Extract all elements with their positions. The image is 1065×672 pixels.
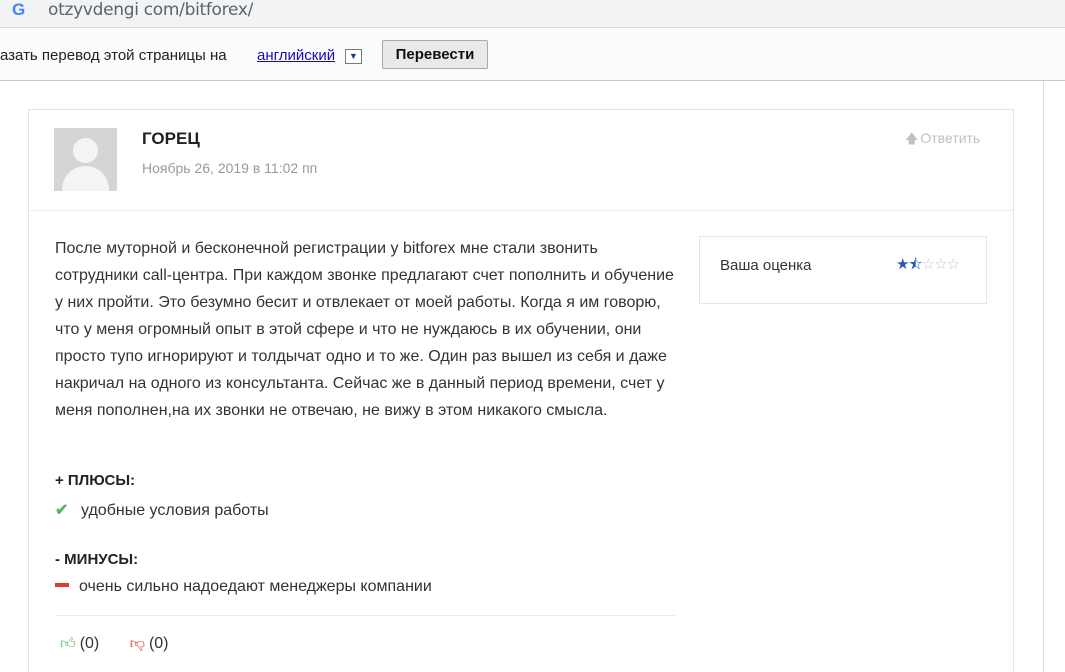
reply-button[interactable]: 🡅 Ответить: [905, 130, 980, 152]
chevron-down-icon[interactable]: ▼: [345, 49, 362, 64]
page-edge: [1043, 81, 1044, 672]
translate-bar: азать перевод этой страницы на английски…: [0, 29, 1065, 81]
like-count: (0): [79, 635, 100, 652]
avatar-body: [62, 166, 109, 191]
language-link[interactable]: английский: [257, 47, 335, 64]
thumbs-down-icon: 👎︎: [129, 635, 145, 652]
star-empty-icon[interactable]: ☆: [934, 256, 947, 273]
vote-bar: 👍︎ (0) 👎︎ (0): [60, 635, 195, 653]
author-name: ГОРЕЦ: [142, 129, 200, 148]
divider: [55, 615, 675, 616]
arrow-up-icon: 🡅: [905, 131, 919, 146]
like-button[interactable]: 👍︎ (0): [60, 635, 99, 653]
address-bar[interactable]: G otzyvdengi com/bitforex/: [0, 0, 1065, 28]
cons-title: - МИНУСЫ:: [55, 551, 139, 568]
review-text: После муторной и бесконечной регистрации…: [55, 240, 674, 419]
review-header: ГОРЕЦ Ноябрь 26, 2019 в 11:02 пп 🡅 Ответи…: [29, 110, 1013, 211]
translate-prompt: азать перевод этой страницы на: [0, 47, 227, 64]
translate-button[interactable]: Перевести: [382, 40, 488, 69]
url-text[interactable]: otzyvdengi com/bitforex/: [48, 1, 253, 19]
star-empty-icon[interactable]: ☆: [947, 256, 960, 273]
con-item: очень сильно надоедают менеджеры компани…: [55, 578, 432, 596]
minus-icon: [55, 583, 69, 588]
reply-label: Ответить: [920, 130, 981, 146]
review-card: ГОРЕЦ Ноябрь 26, 2019 в 11:02 пп 🡅 Ответи…: [28, 109, 1014, 672]
star-half-icon[interactable]: ⯪: [908, 256, 922, 273]
dislike-count: (0): [148, 635, 169, 652]
rating-box: Ваша оценка ★⯪☆☆☆: [699, 236, 987, 304]
rating-label: Ваша оценка: [720, 257, 812, 274]
avatar: [54, 128, 117, 191]
star-empty-icon[interactable]: ☆: [922, 256, 935, 273]
google-icon: G: [12, 0, 26, 19]
rating-stars[interactable]: ★⯪☆☆☆: [896, 254, 960, 279]
review-date: Ноябрь 26, 2019 в 11:02 пп: [142, 160, 318, 176]
thumbs-up-icon: 👍︎: [60, 635, 76, 652]
pro-item: ✔ удобные условия работы: [55, 500, 269, 520]
pros-title: + ПЛЮСЫ:: [55, 472, 136, 489]
con-text: очень сильно надоедают менеджеры компани…: [79, 578, 432, 595]
avatar-head: [73, 138, 98, 163]
pro-text: удобные условия работы: [81, 502, 269, 519]
dislike-button[interactable]: 👎︎ (0): [130, 635, 169, 653]
star-icon[interactable]: ★: [896, 256, 909, 273]
check-icon: ✔: [55, 502, 69, 519]
